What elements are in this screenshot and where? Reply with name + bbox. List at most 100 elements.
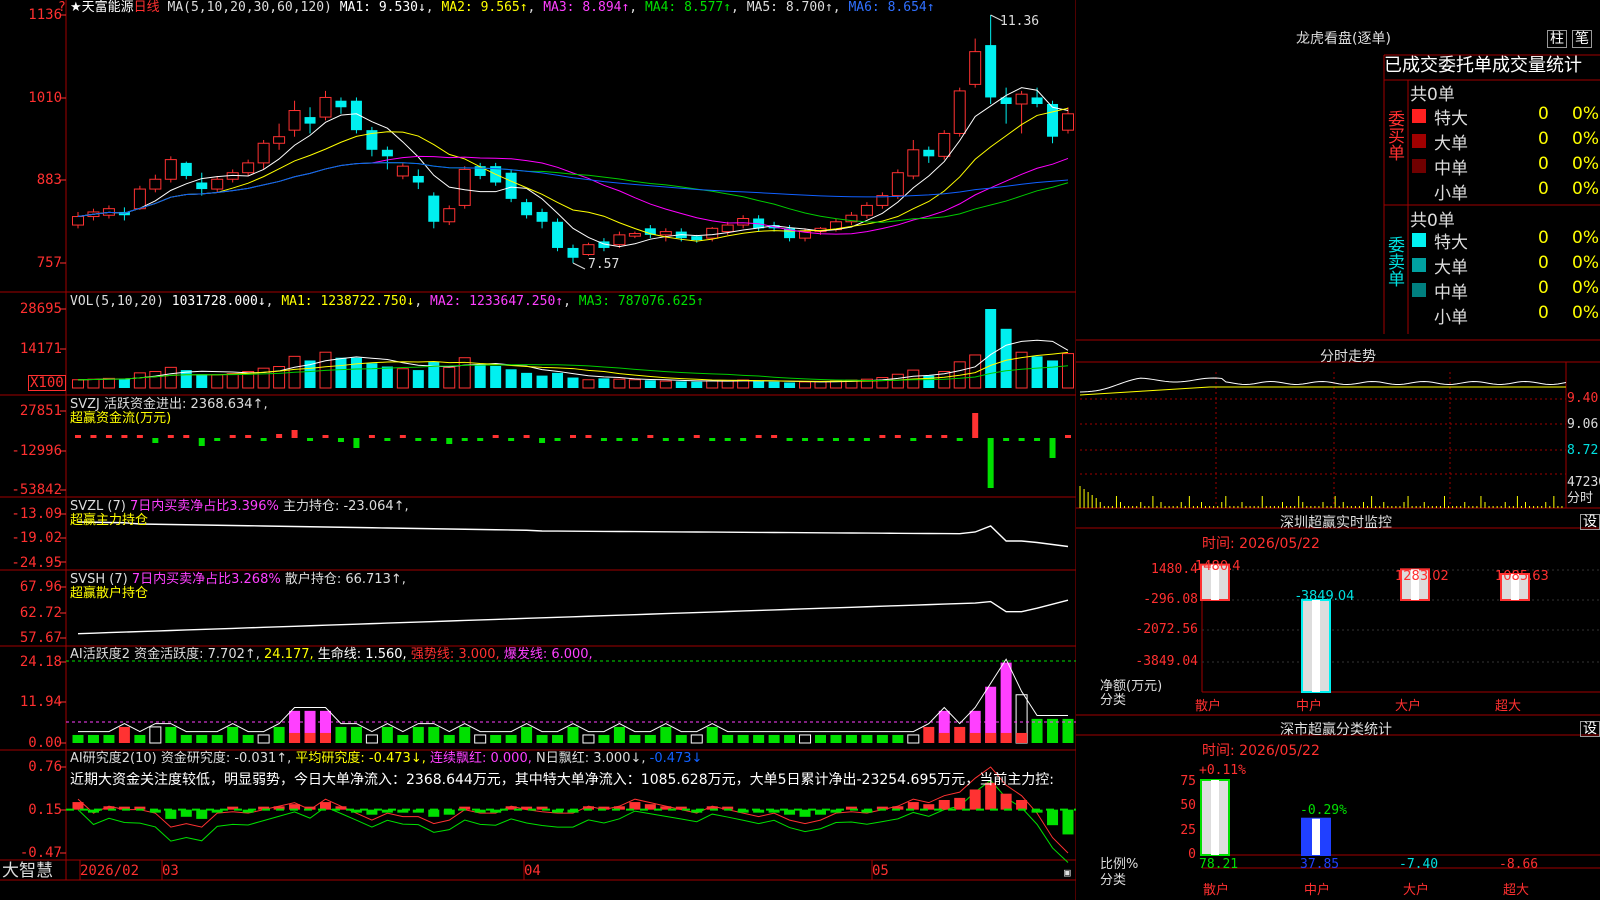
order-percent: 0%	[1572, 179, 1599, 199]
candle-body	[505, 172, 517, 199]
order-size-label: 小单	[1434, 308, 1468, 328]
volume-bar	[196, 374, 208, 388]
order-color-swatch	[1412, 283, 1426, 297]
flow-bar	[353, 438, 360, 448]
sh-axis-title: 比例%	[1100, 857, 1139, 872]
volume-bar	[753, 381, 765, 388]
ai2-p2: 24.177,	[264, 647, 314, 662]
intraday-price-line	[1079, 377, 1567, 393]
sz-monitor-title: 深圳超赢实时监控	[1280, 515, 1392, 531]
intraday-title: 分时走势	[1320, 349, 1376, 365]
period-label[interactable]: 日线	[134, 0, 160, 15]
btn-bi[interactable]: 笔	[1572, 30, 1592, 48]
flow-bar	[740, 438, 747, 441]
research-bar	[165, 809, 177, 819]
volume-bar	[396, 368, 409, 389]
stock-title[interactable]: ★天富能源	[70, 0, 134, 15]
volume-bar	[1062, 353, 1074, 389]
order-percent: 0%	[1572, 154, 1599, 174]
candle-body	[953, 90, 966, 134]
vol-axis-unit: X100	[28, 375, 66, 391]
activity-bar-base	[985, 732, 997, 743]
volume-bar	[582, 379, 595, 389]
order-color-swatch	[1412, 258, 1426, 272]
candle-body	[196, 182, 208, 190]
flow-bar	[585, 435, 592, 438]
volume-bar	[969, 354, 982, 389]
volume-bar	[799, 381, 812, 389]
activity-bar	[490, 734, 502, 743]
air-axis-bot: -0.47	[19, 845, 62, 861]
order-tabs[interactable]: 已成交委托单成交量统计	[1384, 56, 1582, 76]
order-percent: 0%	[1572, 228, 1599, 248]
activity-bar	[428, 726, 440, 743]
order-count: 0	[1538, 104, 1549, 124]
candle-body	[582, 244, 595, 255]
vol-label: VOL(5,10,20)	[70, 294, 164, 309]
date-label-may: 05	[872, 863, 889, 879]
sh-axis-label: 25	[1180, 823, 1196, 838]
ai2-strong: 强势线: 3.000,	[410, 647, 500, 662]
candle-body	[396, 165, 409, 177]
svsh-axis-top: 67.96	[19, 579, 62, 595]
candle-body	[907, 149, 920, 177]
ma6-value: MA6: 8.654↑	[848, 0, 935, 15]
flow-bar	[75, 435, 81, 438]
research-bar	[799, 809, 811, 817]
volume-bar	[1031, 356, 1043, 388]
svzl-axis-mid: -19.02	[11, 530, 62, 546]
activity-bar-base	[1000, 732, 1012, 743]
volume-bar	[412, 370, 424, 388]
flow-bar	[415, 438, 422, 441]
flow-bar	[384, 438, 391, 441]
activity-bar-base	[320, 732, 331, 743]
lock-icon[interactable]: ▣	[1064, 866, 1071, 880]
activity-bar-base	[289, 732, 301, 743]
brand-label[interactable]: 大智慧	[2, 862, 53, 880]
activity-bar	[629, 734, 641, 743]
vol-axis-top: 28695	[19, 301, 62, 317]
sh-axis-label: 75	[1180, 774, 1196, 789]
candle-body	[412, 175, 424, 183]
flow-bar	[554, 438, 561, 441]
svsh-line	[77, 599, 1069, 635]
sz-settings-button[interactable]: 设	[1580, 514, 1600, 530]
ai-activity-header: AI活跃度2 资金活跃度: 7.702↑, 24.177, 生命线: 1.560…	[70, 648, 593, 662]
sz-axis-label: -2072.56	[1135, 622, 1198, 637]
sh-settings-button[interactable]: 设	[1580, 721, 1600, 737]
sh-bar-highlight	[1211, 780, 1219, 855]
svzl-line	[77, 521, 1069, 548]
air-avg: 平均研究度: -0.473↓,	[295, 751, 426, 766]
flow-bar	[90, 435, 97, 438]
flow-bar	[910, 438, 917, 441]
intraday-avg-line	[1079, 386, 1566, 396]
sh-time: 时间: 2026/05/22	[1202, 743, 1320, 759]
activity-bar	[227, 726, 239, 743]
sz-axis-title: 净额(万元)	[1100, 679, 1163, 694]
price-axis-757: 757	[36, 255, 62, 271]
svsh-axis-bot: 57.67	[19, 630, 62, 646]
volume-bar	[164, 366, 177, 389]
btn-zhu[interactable]: 柱	[1547, 30, 1567, 48]
flow-bar	[771, 435, 778, 438]
flow-bar	[616, 438, 623, 441]
activity-bar	[768, 734, 780, 743]
volume-bar	[814, 381, 827, 389]
volume-bar	[644, 380, 656, 388]
candle-body	[428, 195, 440, 222]
svzj-sub: 超赢资金流(万元)	[70, 411, 172, 426]
research-bar	[72, 802, 84, 810]
activity-bar-base	[969, 732, 981, 743]
flow-bar	[337, 438, 344, 442]
order-size-label: 特大	[1434, 109, 1468, 129]
candle-body	[304, 117, 316, 124]
activity-bar	[753, 734, 765, 743]
ai2-axis-bot: 0.00	[28, 735, 62, 751]
activity-bar	[180, 734, 192, 743]
volume-bar	[784, 382, 796, 388]
sh-category: 散户	[1203, 883, 1230, 898]
candle-body	[180, 162, 192, 176]
activity-bar	[923, 726, 935, 743]
activity-bar	[397, 734, 409, 743]
flow-bar	[368, 435, 375, 438]
